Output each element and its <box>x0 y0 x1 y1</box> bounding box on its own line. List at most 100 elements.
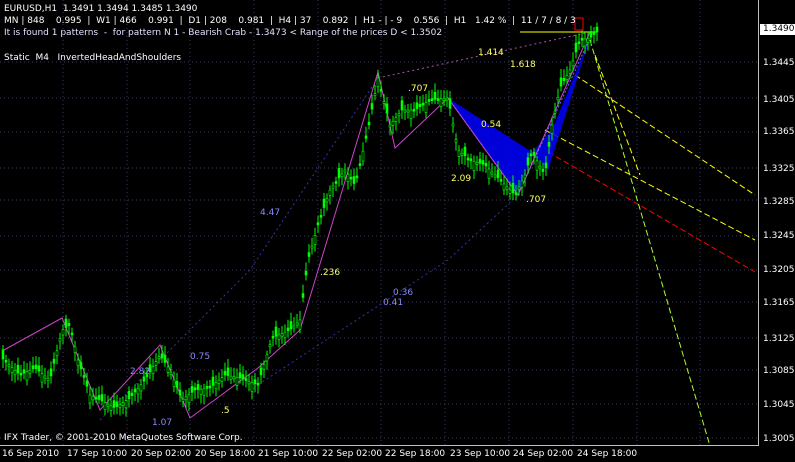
candle-body <box>193 387 197 391</box>
price-scale[interactable]: 1.3445 1.3405 1.3365 1.3325 1.3285 1.324… <box>760 0 795 446</box>
candle-body <box>202 388 206 396</box>
candle-body <box>211 376 215 386</box>
candle-body <box>109 405 113 411</box>
candle-body <box>292 325 296 329</box>
candle-body <box>100 394 104 402</box>
candle-body <box>538 165 542 169</box>
candle-body <box>121 402 125 406</box>
price-chart[interactable] <box>0 0 759 446</box>
candle-body <box>73 346 77 353</box>
candle-body <box>559 77 563 87</box>
candle-body <box>61 329 65 336</box>
candle-body <box>505 186 509 190</box>
candle-body <box>223 371 227 376</box>
price-tick: 1.3005 <box>763 434 795 444</box>
candle-body <box>283 331 287 339</box>
price-tick: 1.3165 <box>763 298 795 308</box>
candle-body <box>583 38 587 47</box>
candle-body <box>340 173 344 178</box>
candle-body <box>502 183 506 191</box>
candle-body <box>433 92 437 100</box>
candle-body <box>184 396 188 401</box>
candle-body <box>589 31 593 38</box>
candle-body <box>142 376 146 382</box>
candle-body <box>325 198 329 203</box>
candle-body <box>244 378 248 381</box>
candle-body <box>232 376 236 380</box>
candle-body <box>493 174 497 178</box>
candle-body <box>208 385 212 389</box>
candle-body <box>337 168 341 179</box>
candle-body <box>463 146 467 157</box>
time-tick: 23 Sep 10:00 <box>450 449 511 459</box>
candle-body <box>379 88 383 92</box>
projection-line <box>544 129 756 241</box>
price-tick: 1.3285 <box>763 197 795 207</box>
candle-body <box>517 186 521 190</box>
candle-body <box>568 69 572 74</box>
signal-box <box>574 17 584 31</box>
candle-body <box>394 117 398 122</box>
candle-body <box>1 349 5 360</box>
candle-body <box>544 162 548 169</box>
candle-body <box>115 401 119 407</box>
candle-body <box>139 384 143 392</box>
time-tick: 20 Sep 02:00 <box>131 449 192 459</box>
harmonic-line <box>249 194 519 391</box>
candle-body <box>295 322 299 326</box>
candle-body <box>22 369 26 374</box>
candle-body <box>187 394 191 404</box>
candle-body <box>391 120 395 126</box>
candle-body <box>160 353 164 359</box>
candle-body <box>352 176 356 184</box>
candle-body <box>220 377 224 382</box>
time-tick: 24 Sep 02:00 <box>513 449 574 459</box>
ratio-label: 4.47 <box>260 208 281 218</box>
candle-body <box>25 371 29 381</box>
time-tick: 24 Sep 18:00 <box>577 449 638 459</box>
candle-body <box>370 103 374 110</box>
price-tick: 1.3365 <box>763 127 795 137</box>
candle-body <box>301 293 305 298</box>
candle-body <box>31 365 35 370</box>
candle-body <box>574 42 578 53</box>
projection-line <box>574 74 756 196</box>
candle-body <box>265 354 269 362</box>
candle-body <box>382 101 386 104</box>
candle-body <box>415 102 419 109</box>
candle-body <box>241 374 245 380</box>
candle-body <box>481 160 485 165</box>
candle-body <box>304 270 308 276</box>
candle-body <box>541 168 545 172</box>
candle-body <box>181 398 185 402</box>
candle-body <box>460 153 464 156</box>
candle-body <box>520 180 524 188</box>
candle-body <box>490 171 494 175</box>
time-tick: 20 Sep 18:00 <box>195 449 256 459</box>
candle-body <box>256 382 260 386</box>
candle-body <box>367 121 371 126</box>
candle-body <box>64 318 68 328</box>
candle-body <box>469 158 473 162</box>
candle-body <box>4 359 8 363</box>
candle-body <box>475 162 479 165</box>
candle-body <box>229 375 233 380</box>
candle-body <box>484 162 488 167</box>
chart-area[interactable]: EURUSD,H1 1.3491 1.3494 1.3485 1.3490 MN… <box>0 0 759 446</box>
candle-body <box>76 359 80 366</box>
ratio-label: 1.07 <box>152 418 173 428</box>
projection-line <box>594 54 641 176</box>
candle-body <box>169 372 173 375</box>
candle-body <box>355 175 359 179</box>
candle-body <box>319 215 323 218</box>
candle-body <box>457 150 461 157</box>
candle-body <box>310 245 314 249</box>
time-scale[interactable]: 16 Sep 2010 17 Sep 10:00 20 Sep 02:00 20… <box>0 447 760 462</box>
candle-body <box>40 373 44 383</box>
candle-body <box>508 189 512 194</box>
candle-body <box>430 98 434 101</box>
candle-body <box>118 404 122 408</box>
candle-body <box>418 103 422 107</box>
candle-body <box>298 319 302 330</box>
ratio-label: .5 <box>221 406 230 416</box>
